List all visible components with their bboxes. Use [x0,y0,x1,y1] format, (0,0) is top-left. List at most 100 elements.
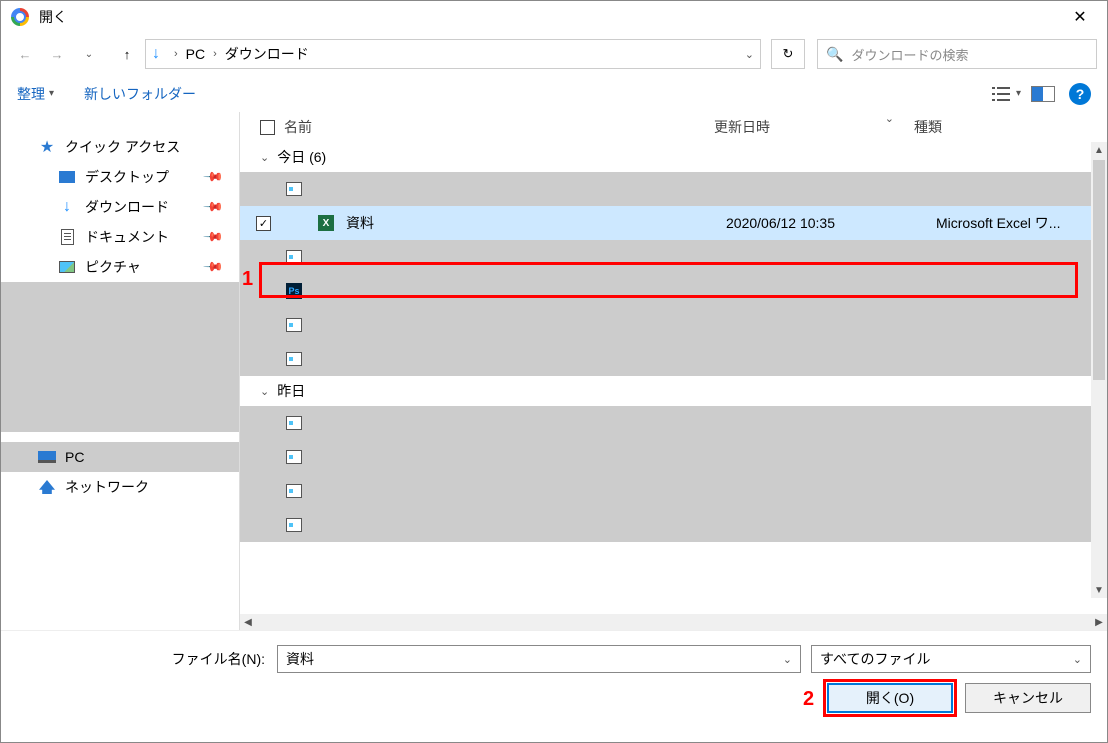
breadcrumb-pc[interactable]: PC [186,46,205,62]
footer: ファイル名(N): 資料 ⌄ すべてのファイル ⌄ 開く(O) 2 キャンセル [1,630,1107,742]
view-caret-icon[interactable]: ▾ [1016,88,1021,99]
sidebar-label: PC [65,449,84,465]
document-icon [57,229,77,245]
file-row[interactable] [240,342,1091,376]
cancel-button[interactable]: キャンセル [965,683,1091,713]
titlebar: 開く ✕ [1,1,1107,33]
organize-button[interactable]: 整理▾ [17,84,54,104]
main-area: ★ クイック アクセス デスクトップ 📌 ↓ ダウンロード 📌 ドキュメント 📌 [1,112,1107,630]
preview-pane-button[interactable] [1031,86,1055,102]
image-file-icon [284,247,304,267]
pictures-icon [57,259,77,275]
breadcrumb[interactable]: ↓ › PC › ダウンロード ⌄ [145,39,761,69]
file-row[interactable]: Ps [240,274,1091,308]
file-type: Microsoft Excel ワ... [936,213,1060,233]
refresh-button[interactable]: ↻ [771,39,805,69]
file-row-selected[interactable]: ✓ X 資料 2020/06/12 10:35 Microsoft Excel … [240,206,1091,240]
image-file-icon [284,413,304,433]
sidebar-desktop[interactable]: デスクトップ 📌 [1,162,239,192]
column-date[interactable]: 更新日時 ⌄ [714,117,914,137]
image-file-icon [284,179,304,199]
chevron-down-icon: ⌄ [260,385,269,398]
file-checkbox[interactable]: ✓ [256,216,271,231]
open-button[interactable]: 開く(O) 2 [827,683,953,713]
sidebar-pictures[interactable]: ピクチャ 📌 [1,252,239,282]
sidebar-label: ネットワーク [65,477,149,497]
back-button[interactable]: ← [11,40,39,68]
button-label: 開く(O) [866,688,914,708]
annotation-number-1: 1 [242,268,253,291]
toolbar: 整理▾ 新しいフォルダー ▾ ? [1,75,1107,112]
group-today[interactable]: ⌄ 今日 (6) [240,142,1091,172]
image-file-icon [284,481,304,501]
sidebar-documents[interactable]: ドキュメント 📌 [1,222,239,252]
group-yesterday[interactable]: ⌄ 昨日 [240,376,1091,406]
search-icon: 🔍 [826,46,843,63]
photoshop-file-icon: Ps [284,281,304,301]
recent-dropdown[interactable]: ⌄ [75,40,103,68]
dropdown-icon[interactable]: ⌄ [1073,653,1082,666]
file-row[interactable] [240,172,1091,206]
horizontal-scrollbar[interactable]: ◀ ▶ [240,614,1107,630]
help-button[interactable]: ? [1069,83,1091,105]
scroll-up-icon[interactable]: ▲ [1091,142,1107,158]
sidebar-label: ドキュメント [85,227,169,247]
file-row[interactable] [240,440,1091,474]
scroll-down-icon[interactable]: ▼ [1091,582,1107,598]
dialog-title: 開く [39,7,1057,27]
breadcrumb-dropdown-icon[interactable]: ⌄ [745,48,754,61]
open-dialog: 開く ✕ ← → ⌄ ↑ ↓ › PC › ダウンロード ⌄ ↻ 🔍 ダウンロー… [0,0,1108,743]
image-file-icon [284,315,304,335]
sidebar: ★ クイック アクセス デスクトップ 📌 ↓ ダウンロード 📌 ドキュメント 📌 [1,112,239,630]
file-list-area: 名前 更新日時 ⌄ 種類 ⌄ 今日 (6) ✓ [239,112,1107,630]
new-folder-button[interactable]: 新しいフォルダー [84,84,196,104]
column-headers: 名前 更新日時 ⌄ 種類 [240,112,1107,142]
sidebar-downloads[interactable]: ↓ ダウンロード 📌 [1,192,239,222]
search-input[interactable]: 🔍 ダウンロードの検索 [817,39,1097,69]
view-mode-button[interactable] [988,81,1014,107]
select-all-checkbox[interactable] [260,120,284,135]
column-name[interactable]: 名前 [284,117,714,137]
file-row[interactable] [240,406,1091,440]
sidebar-label: デスクトップ [85,167,169,187]
search-placeholder: ダウンロードの検索 [851,45,968,64]
sidebar-label: ダウンロード [85,197,169,217]
filetype-value: すべてのファイル [820,649,930,669]
network-icon [37,479,57,495]
download-icon: ↓ [57,199,77,215]
annotation-number-2: 2 [803,688,814,711]
file-row[interactable] [240,508,1091,542]
scroll-thumb[interactable] [1093,160,1105,380]
forward-button[interactable]: → [43,40,71,68]
breadcrumb-separator-icon: › [174,48,178,60]
scroll-left-icon[interactable]: ◀ [240,617,256,628]
file-row[interactable] [240,474,1091,508]
scroll-right-icon[interactable]: ▶ [1091,617,1107,628]
sidebar-quick-access[interactable]: ★ クイック アクセス [1,132,239,162]
filename-value: 資料 [286,649,314,669]
image-file-icon [284,515,304,535]
chevron-down-icon: ⌄ [260,151,269,164]
pin-icon: 📌 [202,166,225,189]
sidebar-network[interactable]: ネットワーク [1,472,239,502]
filename-input[interactable]: 資料 ⌄ [277,645,801,673]
file-row[interactable] [240,308,1091,342]
sidebar-pc[interactable]: PC [1,442,239,472]
breadcrumb-downloads[interactable]: ダウンロード [225,44,309,64]
dropdown-icon[interactable]: ⌄ [783,653,792,666]
close-button[interactable]: ✕ [1057,1,1103,33]
up-button[interactable]: ↑ [113,40,141,68]
chrome-icon [11,8,29,26]
sort-indicator-icon: ⌄ [885,112,894,125]
image-file-icon [284,447,304,467]
breadcrumb-separator-icon: › [213,48,217,60]
group-label: 昨日 [277,381,305,401]
file-row[interactable] [240,240,1091,274]
excel-file-icon: X [316,213,336,233]
filetype-select[interactable]: すべてのファイル ⌄ [811,645,1091,673]
image-file-icon [284,349,304,369]
sidebar-label: ピクチャ [85,257,141,277]
star-icon: ★ [37,139,57,155]
vertical-scrollbar[interactable]: ▲ ▼ [1091,142,1107,598]
column-type[interactable]: 種類 [914,117,1039,137]
